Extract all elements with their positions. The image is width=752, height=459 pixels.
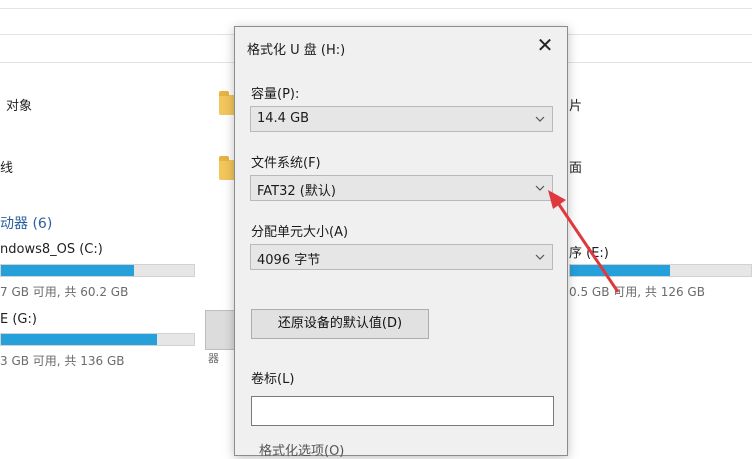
folder-label-pictures[interactable]: 片	[569, 95, 582, 114]
drive-usage-fill-e	[570, 265, 670, 276]
drive-info-g: 3 GB 可用, 共 136 GB	[0, 354, 125, 368]
drive-usage-fill-g	[1, 334, 158, 345]
drive-name-e[interactable]: 序 (E:)	[569, 242, 609, 261]
drive-name-c[interactable]: ndows8_OS (C:)	[0, 242, 103, 257]
allocation-unit-select[interactable]: 4096 字节	[250, 244, 553, 270]
drive-name-g[interactable]: E (G:)	[0, 312, 37, 327]
capacity-select[interactable]: 14.4 GB	[250, 106, 553, 132]
drive-usage-bar-e	[569, 264, 752, 277]
capacity-value: 14.4 GB	[257, 111, 310, 126]
capacity-label: 容量(P):	[251, 87, 300, 102]
drive-usage-fill-c	[1, 265, 135, 276]
volume-label-input[interactable]	[251, 396, 554, 426]
close-button[interactable]: ✕	[533, 34, 557, 56]
chevron-down-icon	[535, 185, 545, 191]
drive-usage-bar-c	[0, 264, 195, 277]
drive-thumbnail-caption: 器	[208, 352, 219, 365]
filesystem-label: 文件系统(F)	[251, 156, 321, 171]
drive-info-e: 0.5 GB 可用, 共 126 GB	[569, 285, 705, 299]
chevron-down-icon	[535, 254, 545, 260]
dialog-title: 格式化 U 盘 (H:)	[247, 43, 346, 58]
format-options-label: 格式化选项(O)	[259, 444, 345, 459]
folder-label-line[interactable]: 线	[0, 157, 13, 176]
folder-label-desktop[interactable]: 面	[569, 157, 582, 176]
devices-section-header[interactable]: 动器 (6)	[0, 213, 52, 233]
volume-label: 卷标(L)	[251, 372, 295, 387]
filesystem-value: FAT32 (默认)	[257, 184, 336, 199]
filesystem-select[interactable]: FAT32 (默认)	[250, 175, 553, 201]
allocation-unit-value: 4096 字节	[257, 253, 321, 268]
format-dialog: 格式化 U 盘 (H:) ✕ 容量(P): 14.4 GB 文件系统(F) FA…	[234, 26, 568, 459]
folder-label-objects[interactable]: 对象	[6, 95, 32, 114]
drive-usage-bar-g	[0, 333, 195, 346]
allocation-unit-label: 分配单元大小(A)	[251, 225, 349, 240]
top-divider	[0, 8, 752, 9]
drive-info-c: 7 GB 可用, 共 60.2 GB	[0, 285, 129, 299]
restore-defaults-button[interactable]: 还原设备的默认值(D)	[251, 309, 429, 339]
chevron-down-icon	[535, 116, 545, 122]
